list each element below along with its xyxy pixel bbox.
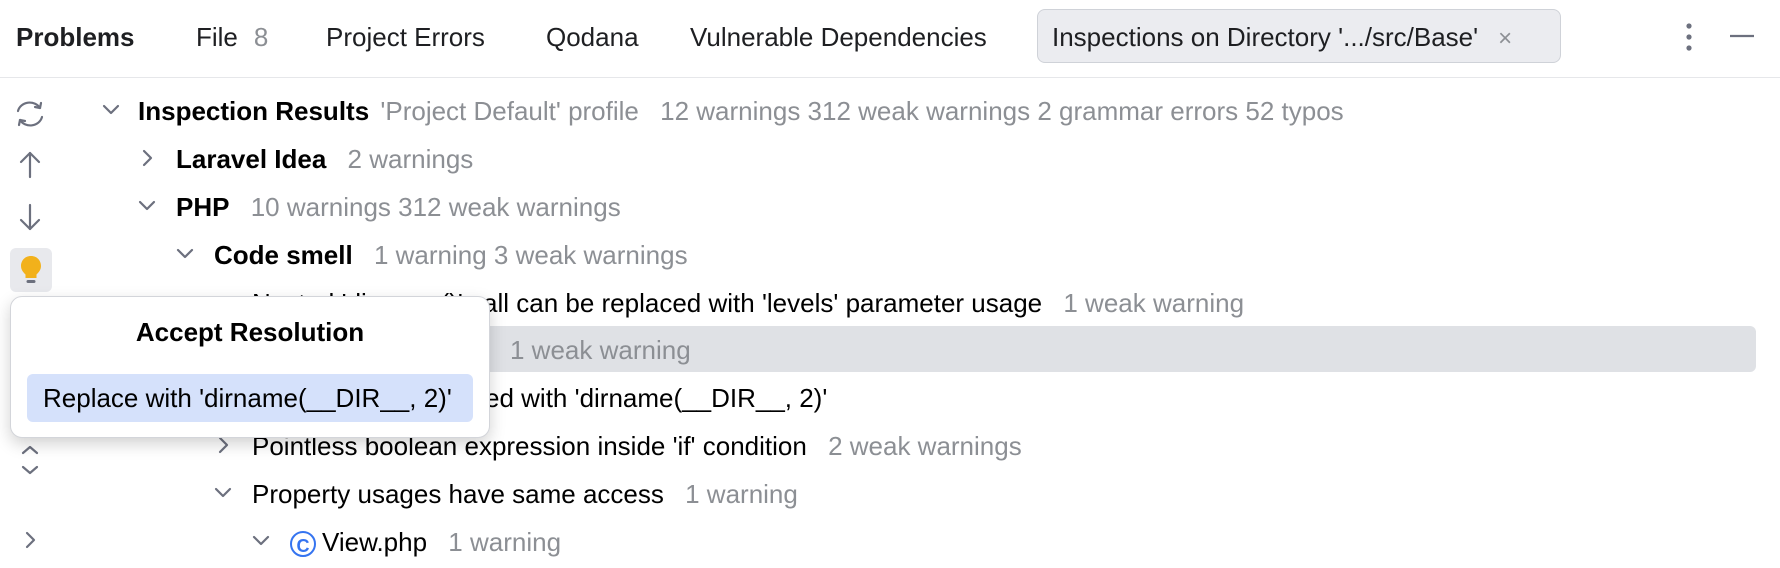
property-usages-label: Property usages have same access (252, 479, 664, 509)
chevron-down-icon[interactable] (136, 195, 158, 217)
property-usages-stats: 1 warning (685, 479, 798, 509)
php-stats: 10 warnings 312 weak warnings (250, 192, 621, 222)
tab-inspections-on-directory[interactable]: Inspections on Directory '.../src/Base' × (1037, 9, 1561, 63)
chevron-right-icon[interactable] (136, 147, 158, 169)
code-smell-label: Code smell (214, 240, 353, 270)
chevron-down-icon[interactable] (100, 99, 122, 121)
chevron-down-icon[interactable] (174, 243, 196, 265)
tab-qodana[interactable]: Qodana (546, 0, 639, 74)
expand-collapse-icon[interactable] (10, 440, 50, 480)
rerun-icon[interactable] (10, 94, 50, 134)
pointless-boolean-stats: 2 weak warnings (828, 431, 1022, 461)
arrow-up-icon[interactable] (10, 145, 50, 185)
chevron-down-icon[interactable] (250, 530, 272, 552)
laravel-label: Laravel Idea (176, 144, 327, 174)
lightbulb-icon[interactable] (10, 248, 52, 292)
arrow-down-icon[interactable] (10, 197, 50, 237)
replace-dirname-option[interactable]: Replace with 'dirname(__DIR__, 2)' (27, 374, 473, 422)
laravel-stats: 2 warnings (347, 144, 474, 174)
minimize-icon[interactable] (1728, 26, 1756, 46)
tab-vulnerable-dependencies[interactable]: Vulnerable Dependencies (690, 0, 987, 74)
expand-panel-chevron-icon[interactable] (10, 520, 50, 560)
problems-title: Problems (16, 22, 135, 52)
more-options-icon[interactable] (1680, 20, 1698, 54)
root-stats: 12 warnings 312 weak warnings 2 grammar … (660, 96, 1344, 126)
tab-project-errors[interactable]: Project Errors (326, 0, 485, 74)
tab-file-count: 8 (253, 22, 269, 52)
view-php-label: View.php (322, 527, 428, 557)
view-php-stats: 1 warning (448, 527, 562, 557)
root-profile: 'Project Default' profile (380, 96, 639, 126)
accept-resolution-popup: Accept Resolution Replace with 'dirname(… (10, 296, 490, 438)
root-label: Inspection Results (138, 96, 370, 126)
php-class-icon: C (290, 531, 316, 558)
close-tab-icon[interactable]: × (1498, 25, 1512, 52)
tab-file-label: File (196, 22, 238, 52)
php-label: PHP (176, 192, 230, 222)
chevron-down-icon[interactable] (212, 482, 234, 504)
popup-title: Accept Resolution (135, 317, 365, 347)
selected-row-stats: 1 weak warning (510, 335, 691, 365)
tab-file[interactable]: File 8 (196, 0, 268, 74)
tab-inspections-label: Inspections on Directory '.../src/Base' (1052, 22, 1479, 52)
nested-dirname-stats: 1 weak warning (1063, 288, 1245, 318)
code-smell-stats: 1 warning 3 weak warnings (373, 240, 688, 270)
problems-tab-bar: Problems File 8 Project Errors Qodana Vul… (0, 0, 1780, 78)
replace-dirname-label: ced with 'dirname(__DIR__, 2)' (472, 383, 828, 413)
